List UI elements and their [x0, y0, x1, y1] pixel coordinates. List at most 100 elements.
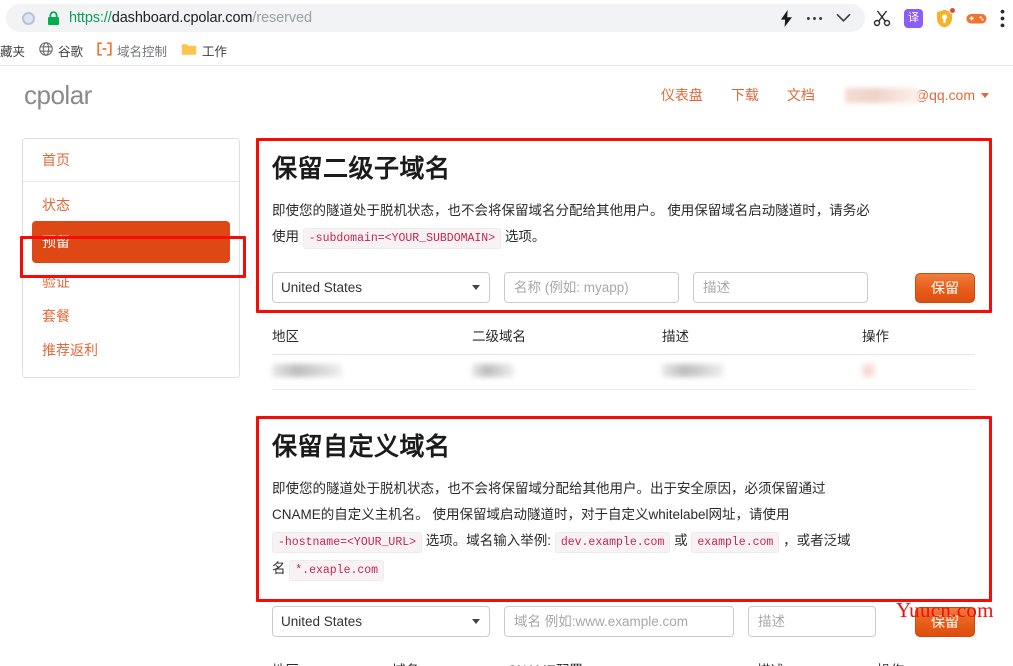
site-nav: 仪表盘 下载 文档 @qq.com — [647, 85, 991, 105]
bookmark-item-work[interactable]: 工作 — [174, 38, 234, 63]
redacted-email-prefix — [844, 87, 919, 103]
redacted-value — [862, 364, 876, 377]
ellipsis-icon[interactable] — [806, 16, 823, 21]
cell-actions — [862, 354, 975, 390]
section-title-custom-domain: 保留自定义域名 — [272, 433, 451, 461]
site-header: cpolar 仪表盘 下载 文档 @qq.com — [0, 66, 1013, 124]
bookmark-label: 工作 — [202, 45, 228, 59]
redacted-value — [272, 364, 342, 377]
scissors-icon[interactable] — [873, 9, 891, 27]
account-menu[interactable]: @qq.com — [829, 87, 991, 103]
sidebar-item-label: 状态 — [42, 197, 70, 213]
url-scheme: https:// — [69, 10, 112, 26]
th-region: 地区 — [272, 653, 392, 666]
subdomain-description: 即使您的隧道处于脱机状态，也不会将保留域名分配给其他用户。 使用保留域名启动隧道… — [272, 198, 872, 252]
code-example: example.com — [691, 532, 780, 553]
lock-icon — [47, 10, 60, 26]
table-header-row: 地区 域名 CNAME配置 描述 操作 — [272, 653, 975, 666]
url-text: https://dashboard.cpolar.com/reserved — [69, 10, 312, 26]
reserved-subdomain-panel: 保留二级子域名 即使您的隧道处于脱机状态，也不会将保留域名分配给其他用户。 使用… — [256, 138, 992, 390]
subdomain-name-input[interactable] — [504, 272, 679, 303]
url-host: dashboard.cpolar.com — [111, 10, 253, 26]
browser-menu-icon[interactable] — [1000, 9, 1005, 28]
code-subdomain-flag: -subdomain=<YOUR_SUBDOMAIN> — [302, 228, 502, 249]
subdomain-table: 地区 二级域名 描述 操作 — [272, 319, 975, 390]
globe-icon — [39, 42, 53, 59]
code-wildcard-example: *.exaple.com — [289, 560, 385, 581]
desc-text-2: 选项。域名输入举例: — [425, 533, 552, 548]
nav-docs[interactable]: 文档 — [773, 85, 829, 105]
nav-dashboard[interactable]: 仪表盘 — [647, 85, 717, 105]
desc-text-2: 选项。 — [504, 229, 546, 244]
sidebar-item-label: 推荐返利 — [42, 342, 98, 358]
omnibox-actions — [780, 9, 855, 27]
chevron-down-icon — [981, 92, 989, 98]
custom-domain-desc-input[interactable] — [748, 606, 876, 637]
content-area: 首页 状态 预留 验证 套餐 推荐返利 保留二级子域名 即使您的隧道处于脱机状态… — [0, 124, 1013, 666]
table-header-row: 地区 二级域名 描述 操作 — [272, 319, 975, 355]
subdomain-form: United States 保留 — [272, 272, 975, 319]
code-hostname-flag: -hostname=<YOUR_URL> — [272, 532, 423, 553]
cpolar-logo: cpolar — [24, 79, 92, 110]
bookmark-label: 域名控制 — [117, 45, 168, 59]
translate-label: 译 — [908, 11, 919, 24]
desc-text-1: 即使您的隧道处于脱机状态，也不会将保留域分配给其他用户。出于安全原因，必须保留通… — [272, 481, 826, 522]
bookmark-label: 谷歌 — [58, 45, 84, 59]
redacted-value — [472, 364, 514, 377]
th-subdomain: 二级域名 — [472, 319, 662, 355]
redacted-value — [662, 364, 724, 377]
address-bar[interactable]: https://dashboard.cpolar.com/reserved — [6, 4, 865, 32]
folder-icon — [181, 43, 197, 59]
th-region: 地区 — [272, 319, 472, 355]
page-info-circle-icon[interactable] — [22, 11, 35, 25]
subdomain-reserve-button[interactable]: 保留 — [915, 272, 975, 303]
bookmark-item-google[interactable]: 谷歌 — [32, 38, 90, 63]
sidebar-item-label: 验证 — [42, 274, 70, 290]
th-actions: 操作 — [862, 319, 975, 355]
cell-description — [662, 354, 862, 390]
custom-domain-description: 即使您的隧道处于脱机状态，也不会将保留域分配给其他用户。出于安全原因，必须保留通… — [272, 476, 862, 584]
th-cname: CNAME配置 — [507, 653, 757, 666]
custom-domain-panel: 保留自定义域名 即使您的隧道处于脱机状态，也不会将保留域分配给其他用户。出于安全… — [256, 416, 992, 666]
lightning-icon[interactable] — [780, 9, 793, 27]
nav-download[interactable]: 下载 — [717, 85, 773, 105]
table-row — [272, 354, 975, 390]
cell-region — [272, 354, 472, 390]
custom-domain-form: United States 保留 — [272, 606, 975, 653]
custom-domain-input[interactable] — [504, 606, 734, 637]
shield-icon[interactable] — [936, 6, 956, 28]
sidebar-item-label: 预留 — [42, 234, 70, 250]
sidebar-item-status[interactable]: 状态 — [23, 182, 239, 221]
domain-control-icon — [97, 42, 112, 59]
th-domain: 域名 — [392, 653, 507, 666]
game-controller-icon[interactable] — [966, 11, 987, 25]
chevron-down-icon[interactable] — [836, 13, 851, 23]
page-body: cpolar 仪表盘 下载 文档 @qq.com 首页 状态 预留 验证 套餐 … — [0, 66, 1013, 666]
browser-chrome: https://dashboard.cpolar.com/reserved 译 … — [0, 0, 1013, 66]
page-title: 保留二级子域名 — [272, 155, 451, 183]
sidebar-item-reserved[interactable]: 预留 — [32, 221, 230, 263]
custom-domain-table: 地区 域名 CNAME配置 描述 操作 — [272, 653, 975, 666]
sidebar-item-verify[interactable]: 验证 — [23, 263, 239, 299]
sidebar-item-label: 套餐 — [42, 308, 70, 324]
translate-icon[interactable]: 译 — [904, 8, 923, 28]
watermark: Yuucn.com — [896, 598, 994, 622]
bookmark-item-domain-control[interactable]: 域名控制 — [90, 38, 174, 63]
sidebar-item-referral[interactable]: 推荐返利 — [23, 333, 239, 377]
subdomain-desc-input[interactable] — [693, 272, 868, 303]
bookmark-item-favorites[interactable]: 藏夹 — [0, 38, 32, 63]
subdomain-region-select[interactable]: United States — [272, 272, 490, 303]
code-dev-example: dev.example.com — [554, 532, 671, 553]
bookmark-label: 藏夹 — [0, 45, 26, 59]
cell-subdomain — [472, 354, 662, 390]
custom-region-wrap: United States — [272, 606, 490, 637]
sidebar-item-plan[interactable]: 套餐 — [23, 299, 239, 333]
th-description: 描述 — [757, 653, 877, 666]
browser-toolbar: https://dashboard.cpolar.com/reserved 译 — [0, 0, 1013, 36]
main-column: 保留二级子域名 即使您的隧道处于脱机状态，也不会将保留域名分配给其他用户。 使用… — [256, 138, 994, 666]
desc-text-3: 或 — [674, 533, 688, 548]
sidebar-item-home[interactable]: 首页 — [23, 139, 239, 182]
bookmarks-bar: 藏夹 谷歌 域名控制 工作 — [0, 36, 1013, 66]
subdomain-region-wrap: United States — [272, 272, 490, 303]
custom-domain-region-select[interactable]: United States — [272, 606, 490, 637]
